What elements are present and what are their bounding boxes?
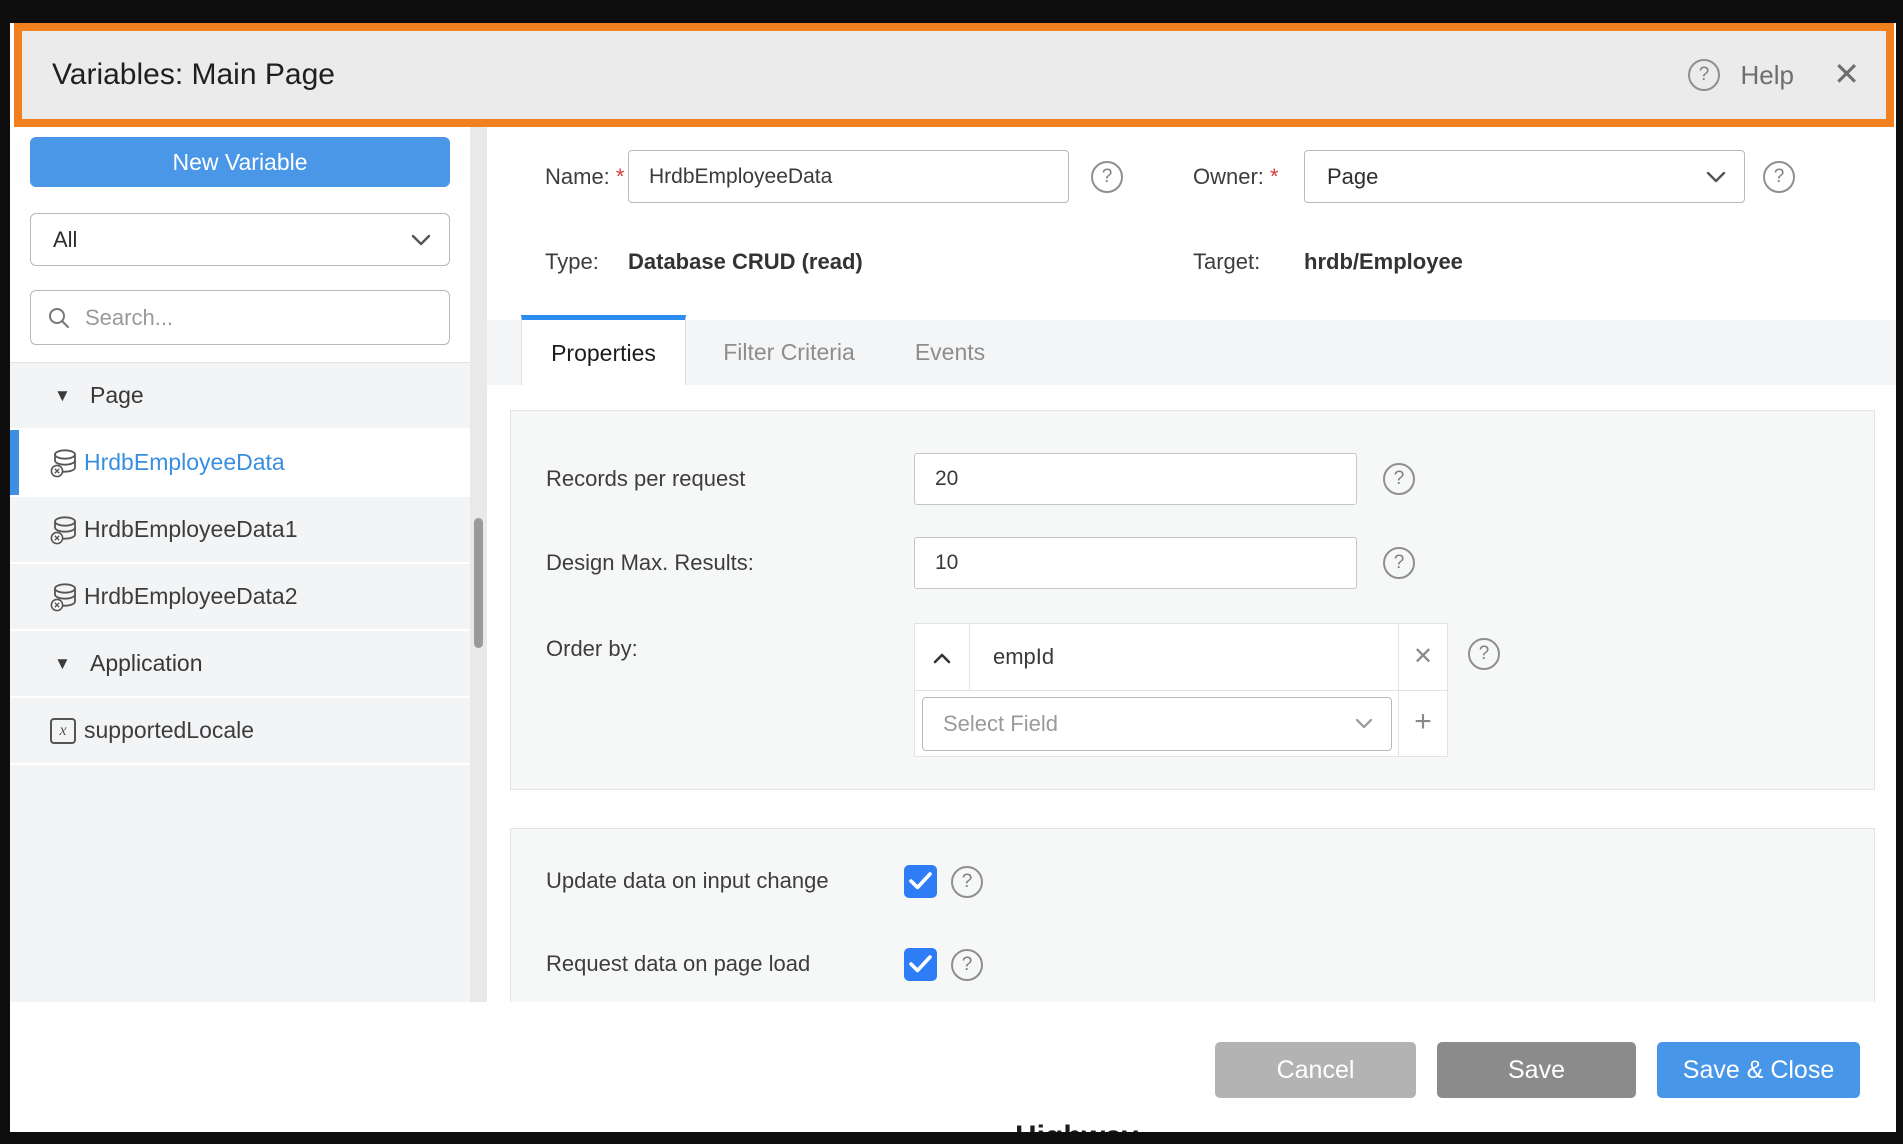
variable-filter-select[interactable]: All [30,213,450,266]
tree-item-supportedlocale[interactable]: x supportedLocale [10,698,470,765]
request-on-load-checkbox[interactable] [904,948,937,981]
order-by-label: Order by: [546,623,638,675]
database-crud-icon [48,581,80,613]
owner-label-text: Owner: [1193,164,1264,189]
sort-ascending-toggle[interactable] [915,624,970,690]
screen-background: Variables: Main Page ? Help ✕ New Variab… [0,0,1903,1144]
collapse-triangle-icon[interactable]: ▼ [54,631,71,696]
order-by-add-row: Select Field + [915,690,1447,757]
type-value: Database CRUD (read) [628,247,863,277]
owner-label: Owner: * [1193,150,1279,203]
tree-item-hrdbemployeedata1[interactable]: HrdbEmployeeData1 [10,497,470,564]
dialog-footer: Highway Cancel Save Save & Close [10,1002,1896,1132]
database-crud-icon [48,447,80,479]
design-max-results-label: Design Max. Results: [546,537,754,589]
properties-panel: Records per request ? Design Max. Result… [510,410,1875,790]
update-on-input-help-icon[interactable]: ? [951,866,983,898]
owner-select[interactable]: Page [1304,150,1745,203]
required-asterisk: * [1270,164,1279,189]
name-help-icon[interactable]: ? [1091,161,1123,193]
tree-group-label: Application [90,631,203,696]
variable-filter-value: All [53,214,77,265]
required-asterisk: * [616,164,625,189]
chevron-up-icon [933,653,951,664]
name-label: Name: * [545,150,624,203]
records-per-request-label: Records per request [546,453,745,505]
tree-group-application[interactable]: ▼ Application [10,631,470,698]
chevron-down-icon [411,234,431,246]
records-per-request-input[interactable] [914,453,1357,505]
tab-filter-criteria[interactable]: Filter Criteria [715,320,863,385]
variables-dialog: Variables: Main Page ? Help ✕ New Variab… [10,23,1896,1132]
dialog-header-highlight: Variables: Main Page ? Help ✕ [14,23,1894,127]
tab-properties[interactable]: Properties [521,315,686,385]
type-label: Type: [545,247,599,277]
variable-tree: ▼ Page HrdbEmployeeData [10,362,470,1003]
update-on-input-checkbox[interactable] [904,865,937,898]
database-crud-icon [48,514,80,546]
cancel-button[interactable]: Cancel [1215,1042,1416,1098]
background-page-text: Highway [1015,1120,1138,1132]
search-icon [47,306,71,330]
search-input[interactable] [83,293,437,342]
tab-events[interactable]: Events [905,320,995,385]
tree-item-label: HrdbEmployeeData1 [84,497,298,562]
check-icon [909,955,932,973]
close-icon[interactable]: ✕ [1833,31,1860,119]
save-and-close-button[interactable]: Save & Close [1657,1042,1860,1098]
add-order-field-button[interactable]: + [1398,691,1447,757]
help-icon[interactable]: ? [1688,59,1720,91]
collapse-triangle-icon[interactable]: ▼ [54,363,71,428]
tree-item-hrdbemployeedata[interactable]: HrdbEmployeeData [10,430,470,497]
design-max-results-input[interactable] [914,537,1357,589]
data-options-panel: Update data on input change ? Request da… [510,828,1875,1002]
sidebar-scrollbar-thumb[interactable] [474,518,483,648]
owner-select-value: Page [1327,151,1378,202]
help-link[interactable]: Help [1741,31,1794,119]
tree-group-page[interactable]: ▼ Page [10,363,470,430]
tab-strip [487,320,1896,385]
remove-order-field-button[interactable]: ✕ [1398,624,1447,690]
name-input[interactable] [628,150,1069,203]
tree-item-label: HrdbEmployeeData2 [84,564,298,629]
records-per-request-help-icon[interactable]: ? [1383,463,1415,495]
tree-item-label: supportedLocale [84,698,254,763]
name-label-text: Name: [545,164,610,189]
selected-indicator [10,430,19,495]
variables-sidebar: New Variable All ▼ Page [10,127,470,1002]
target-label: Target: [1193,247,1260,277]
tree-item-label: HrdbEmployeeData [84,430,285,495]
tree-item-hrdbemployeedata2[interactable]: HrdbEmployeeData2 [10,564,470,631]
design-max-results-help-icon[interactable]: ? [1383,547,1415,579]
target-value: hrdb/Employee [1304,247,1463,277]
new-variable-button[interactable]: New Variable [30,137,450,187]
tree-group-label: Page [90,363,144,428]
variable-icon: x [50,718,76,744]
variable-search-box [30,290,450,345]
order-by-row: empId ✕ [915,624,1447,690]
request-on-load-help-icon[interactable]: ? [951,949,983,981]
sidebar-scrollbar-track[interactable] [470,127,487,1002]
chevron-down-icon [1355,718,1373,729]
order-by-editor: empId ✕ Select Field + [914,623,1448,757]
variable-editor: Name: * ? Owner: * Page ? Type: Database… [487,127,1896,1002]
select-field-placeholder: Select Field [943,698,1058,750]
owner-help-icon[interactable]: ? [1763,161,1795,193]
request-on-load-label: Request data on page load [546,938,810,990]
update-on-input-label: Update data on input change [546,855,829,907]
save-button[interactable]: Save [1437,1042,1636,1098]
chevron-down-icon [1706,171,1726,183]
order-by-help-icon[interactable]: ? [1468,638,1500,670]
check-icon [909,872,932,890]
dialog-title: Variables: Main Page [52,31,335,119]
order-by-field-value[interactable]: empId [971,624,1054,690]
select-field-dropdown[interactable]: Select Field [922,697,1392,751]
